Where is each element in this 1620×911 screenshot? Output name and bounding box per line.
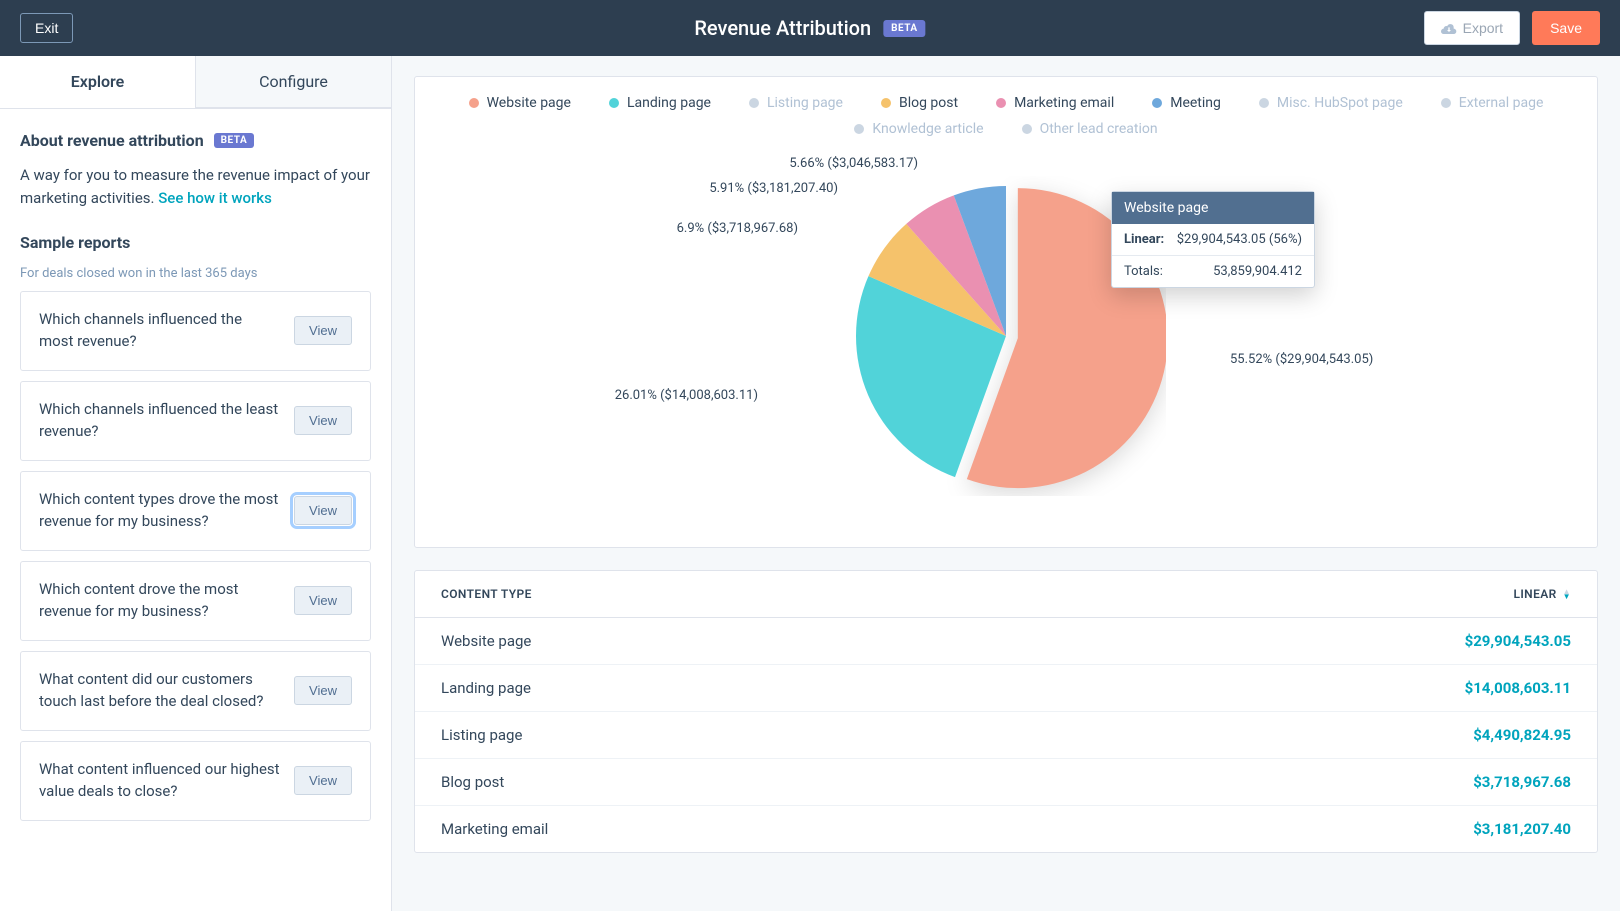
row-linear-value: $4,490,824.95 <box>1473 726 1571 744</box>
legend-label: External page <box>1459 95 1544 111</box>
view-button[interactable]: View <box>294 586 352 615</box>
view-button[interactable]: View <box>294 766 352 795</box>
tab-configure[interactable]: Configure <box>196 56 391 108</box>
pie-slice-label: 6.9% ($3,718,967.68) <box>677 221 798 236</box>
about-description: A way for you to measure the revenue imp… <box>20 164 371 211</box>
table-row[interactable]: Website page $29,904,543.05 <box>415 618 1597 665</box>
sample-report-card: What content did our customers touch las… <box>20 651 371 731</box>
row-linear-value: $3,181,207.40 <box>1473 820 1571 838</box>
pie-slice-label: 55.52% ($29,904,543.05) <box>1230 352 1373 367</box>
row-linear-value: $3,718,967.68 <box>1473 773 1571 791</box>
legend-dot <box>609 98 619 108</box>
legend-dot <box>749 98 759 108</box>
sort-icon: ▲▼ <box>1563 589 1571 599</box>
row-content-type: Landing page <box>441 679 531 697</box>
tab-explore[interactable]: Explore <box>0 56 196 108</box>
legend-label: Listing page <box>767 95 843 111</box>
chart-legend: Website page Landing page Listing page Blog… <box>439 95 1573 137</box>
legend-dot <box>469 98 479 108</box>
legend-item[interactable]: Misc. HubSpot page <box>1259 95 1403 111</box>
sidebar-tabs: Explore Configure <box>0 56 391 109</box>
legend-dot <box>1441 98 1451 108</box>
row-linear-value: $14,008,603.11 <box>1465 679 1571 697</box>
export-button[interactable]: Export <box>1424 11 1520 45</box>
view-button[interactable]: View <box>294 676 352 705</box>
pie-slice-label: 5.66% ($3,046,583.17) <box>789 156 918 171</box>
cloud-download-icon <box>1441 22 1457 34</box>
legend-item[interactable]: Knowledge article <box>854 121 983 137</box>
legend-item[interactable]: Website page <box>469 95 571 111</box>
save-button[interactable]: Save <box>1532 11 1600 45</box>
legend-label: Other lead creation <box>1040 121 1158 137</box>
row-content-type: Website page <box>441 632 531 650</box>
legend-label: Landing page <box>627 95 711 111</box>
sample-report-question: Which channels influenced the least reve… <box>39 399 280 443</box>
legend-label: Meeting <box>1170 95 1221 111</box>
sample-report-card: Which content types drove the most reven… <box>20 471 371 551</box>
legend-item[interactable]: Marketing email <box>996 95 1114 111</box>
beta-badge: BETA <box>214 133 255 148</box>
legend-label: Website page <box>487 95 571 111</box>
sample-report-question: What content influenced our highest valu… <box>39 759 280 803</box>
legend-item[interactable]: External page <box>1441 95 1544 111</box>
tooltip-title: Website page <box>1112 192 1314 224</box>
row-content-type: Listing page <box>441 726 522 744</box>
main-content: Website page Landing page Listing page Blog… <box>392 56 1620 911</box>
table-row[interactable]: Marketing email $3,181,207.40 <box>415 806 1597 852</box>
row-content-type: Blog post <box>441 773 504 791</box>
beta-badge: BETA <box>883 20 926 37</box>
table-row[interactable]: Blog post $3,718,967.68 <box>415 759 1597 806</box>
col-linear[interactable]: LINEAR ▲▼ <box>1513 587 1571 601</box>
sample-report-card: Which content drove the most revenue for… <box>20 561 371 641</box>
table-header: CONTENT TYPE LINEAR ▲▼ <box>415 571 1597 618</box>
table-row[interactable]: Listing page $4,490,824.95 <box>415 712 1597 759</box>
legend-dot <box>881 98 891 108</box>
row-content-type: Marketing email <box>441 820 548 838</box>
sample-report-question: Which content drove the most revenue for… <box>39 579 280 623</box>
legend-dot <box>996 98 1006 108</box>
pie-slice-label: 5.91% ($3,181,207.40) <box>709 181 838 196</box>
legend-label: Marketing email <box>1014 95 1114 111</box>
legend-item[interactable]: Meeting <box>1152 95 1221 111</box>
pie-slice-label: 26.01% ($14,008,603.11) <box>615 388 758 403</box>
legend-item[interactable]: Landing page <box>609 95 711 111</box>
legend-label: Blog post <box>899 95 958 111</box>
about-heading: About revenue attribution BETA <box>20 131 371 150</box>
legend-item[interactable]: Blog post <box>881 95 958 111</box>
legend-item[interactable]: Other lead creation <box>1022 121 1158 137</box>
top-bar: Exit Revenue Attribution BETA Export Sav… <box>0 0 1620 56</box>
sample-report-card: Which channels influenced the most reven… <box>20 291 371 371</box>
view-button[interactable]: View <box>294 496 352 525</box>
exit-button[interactable]: Exit <box>20 13 73 43</box>
sample-report-question: What content did our customers touch las… <box>39 669 280 713</box>
sample-report-card: Which channels influenced the least reve… <box>20 381 371 461</box>
page-title: Revenue Attribution <box>694 16 871 40</box>
legend-label: Knowledge article <box>872 121 983 137</box>
sample-reports-heading: Sample reports <box>20 233 371 252</box>
legend-dot <box>1259 98 1269 108</box>
legend-label: Misc. HubSpot page <box>1277 95 1403 111</box>
table-row[interactable]: Landing page $14,008,603.11 <box>415 665 1597 712</box>
legend-dot <box>1022 124 1032 134</box>
chart-card: Website page Landing page Listing page Blog… <box>414 76 1598 548</box>
sample-report-question: Which channels influenced the most reven… <box>39 309 280 353</box>
legend-item[interactable]: Listing page <box>749 95 843 111</box>
view-button[interactable]: View <box>294 406 352 435</box>
col-content-type[interactable]: CONTENT TYPE <box>441 587 532 601</box>
table-card: CONTENT TYPE LINEAR ▲▼ Website page $29,9… <box>414 570 1598 853</box>
see-how-it-works-link[interactable]: See how it works <box>158 189 272 207</box>
legend-dot <box>854 124 864 134</box>
legend-dot <box>1152 98 1162 108</box>
chart-tooltip: Website page Linear: $29,904,543.05 (56%… <box>1111 191 1315 288</box>
sample-report-card: What content influenced our highest valu… <box>20 741 371 821</box>
row-linear-value: $29,904,543.05 <box>1465 632 1571 650</box>
view-button[interactable]: View <box>294 316 352 345</box>
sidebar: Explore Configure About revenue attribut… <box>0 56 392 911</box>
sample-reports-subheading: For deals closed won in the last 365 day… <box>20 266 371 281</box>
chart-area: 55.52% ($29,904,543.05) 26.01% ($14,008,6… <box>439 151 1573 521</box>
sample-report-question: Which content types drove the most reven… <box>39 489 280 533</box>
